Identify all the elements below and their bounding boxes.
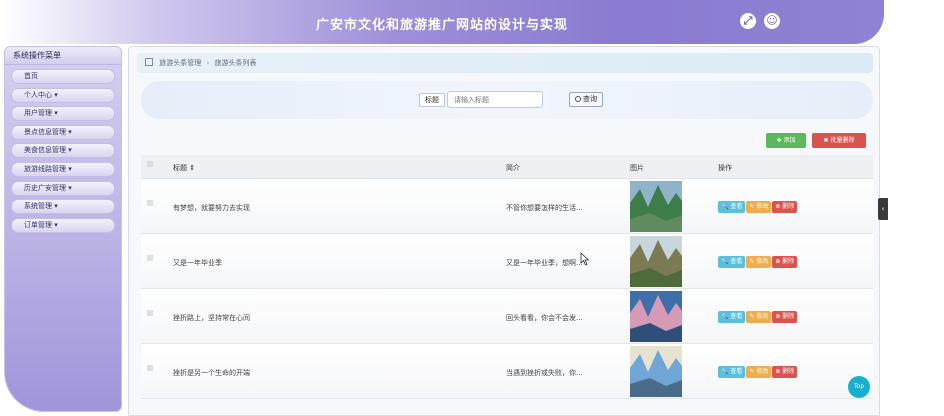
search-label: 标题 (419, 93, 445, 107)
row-title: 又是一年毕业季 (173, 259, 222, 267)
sidebar: 系统操作菜单 首页 个人中心 ▾ 用户管理 ▾ 景点信息管理 ▾ 美食信息管理 … (4, 46, 122, 412)
row-intro: 当遇到挫折或失败，你... (506, 369, 583, 377)
row-ops: 🔍 查看 ✎ 修改 ⊗ 删除 (718, 256, 798, 268)
sidebar-item-home[interactable]: 首页 (11, 69, 115, 84)
table-row: 有梦想，就要努力去实现 不管你想要怎样的生活... 🔍 查看 ✎ 修改 ⊗ 删除 (141, 179, 873, 234)
search-input[interactable] (447, 91, 543, 108)
col-ops-header: 操作 (718, 164, 732, 172)
row-checkbox[interactable] (147, 365, 153, 371)
delete-button[interactable]: ⊗ 删除 (772, 201, 798, 213)
delete-button[interactable]: ⊗ 删除 (772, 311, 798, 323)
row-checkbox[interactable] (147, 255, 153, 261)
app-page: 广安市文化和旅游推广网站的设计与实现 ⤢ ☺ 系统操作菜单 首页 个人中心 ▾ … (0, 0, 944, 416)
sidebar-item-scenic-spots[interactable]: 景点信息管理 ▾ (11, 124, 115, 140)
table-header: 标题 ⇕ 简介 图片 操作 (141, 155, 873, 179)
sidebar-item-routes[interactable]: 旅游线路管理 ▾ (11, 161, 115, 177)
row-intro: 回头看看，你会不会发... (506, 314, 583, 322)
col-title-header[interactable]: 标题 ⇕ (173, 163, 195, 173)
row-picture (630, 291, 682, 342)
row-intro: 又是一年毕业季，想啊... (506, 259, 583, 267)
row-ops: 🔍 查看 ✎ 修改 ⊗ 删除 (718, 201, 798, 213)
search-button-label: 查询 (583, 95, 597, 103)
col-picture-header: 图片 (630, 164, 644, 172)
row-ops: 🔍 查看 ✎ 修改 ⊗ 删除 (718, 311, 798, 323)
row-picture (630, 181, 682, 232)
row-picture (630, 346, 682, 397)
breadcrumb-level1[interactable]: 旅游头条管理 (159, 59, 201, 67)
row-ops: 🔍 查看 ✎ 修改 ⊗ 删除 (718, 366, 798, 378)
row-title: 有梦想，就要努力去实现 (173, 204, 250, 212)
add-button[interactable]: ✚ 添加 (766, 133, 806, 148)
search-icon (575, 96, 581, 102)
row-checkbox[interactable] (147, 310, 153, 316)
sidebar-item-food[interactable]: 美食信息管理 ▾ (11, 143, 115, 159)
view-button[interactable]: 🔍 查看 (718, 201, 746, 213)
table-row: 又是一年毕业季 又是一年毕业季，想啊... 🔍 查看 ✎ 修改 ⊗ 删除 (141, 234, 873, 289)
sidebar-item-orders[interactable]: 订单管理 ▾ (11, 217, 115, 233)
batch-delete-button[interactable]: ✖ 批量删除 (812, 133, 866, 148)
user-icon[interactable]: ☺ (764, 13, 780, 29)
mouse-cursor-icon (580, 252, 590, 266)
sidebar-item-user-management[interactable]: 用户管理 ▾ (11, 106, 115, 122)
view-button[interactable]: 🔍 查看 (718, 366, 746, 378)
row-intro: 不管你想要怎样的生活... (506, 204, 583, 212)
sidebar-item-history[interactable]: 历史广安管理 ▾ (11, 180, 115, 196)
table-row: 挫折是另一个生命的开端 当遇到挫折或失败，你... 🔍 查看 ✎ 修改 ⊗ 删除 (141, 344, 873, 399)
edit-button[interactable]: ✎ 修改 (746, 256, 772, 268)
view-button[interactable]: 🔍 查看 (718, 311, 746, 323)
edit-button[interactable]: ✎ 修改 (746, 201, 772, 213)
main-panel: 旅游头条管理 › 旅游头条列表 标题 查询 ✚ 添加 ✖ 批量删除 标题 ⇕ 简… (128, 46, 880, 416)
news-table: 标题 ⇕ 简介 图片 操作 有梦想，就要努力去实现 不管你想要怎样的生活... … (141, 155, 873, 399)
view-button[interactable]: 🔍 查看 (718, 256, 746, 268)
top-header: 广安市文化和旅游推广网站的设计与实现 ⤢ ☺ (0, 0, 884, 44)
search-button[interactable]: 查询 (569, 92, 603, 107)
search-bar: 标题 查询 (141, 81, 873, 119)
fullscreen-icon[interactable]: ⤢ (740, 13, 756, 29)
delete-button[interactable]: ⊗ 删除 (772, 256, 798, 268)
row-checkbox[interactable] (147, 200, 153, 206)
breadcrumb-separator: › (206, 59, 210, 67)
back-to-top-button[interactable]: Top (848, 376, 870, 398)
col-intro-header: 简介 (506, 164, 520, 172)
breadcrumb: 旅游头条管理 › 旅游头条列表 (137, 53, 873, 73)
sidebar-item-system[interactable]: 系统管理 ▾ (11, 199, 115, 215)
sidebar-title: 系统操作菜单 (5, 47, 121, 65)
row-title: 挫折路上，坚持常在心间 (173, 314, 250, 322)
table-row: 挫折路上，坚持常在心间 回头看看，你会不会发... 🔍 查看 ✎ 修改 ⊗ 删除 (141, 289, 873, 344)
row-title: 挫折是另一个生命的开端 (173, 369, 250, 377)
delete-button[interactable]: ⊗ 删除 (772, 366, 798, 378)
edit-button[interactable]: ✎ 修改 (746, 366, 772, 378)
home-icon[interactable] (145, 58, 153, 66)
row-picture (630, 236, 682, 287)
side-collapse-tab[interactable]: ‹ (878, 198, 888, 220)
breadcrumb-level2: 旅游头条列表 (214, 59, 257, 67)
sidebar-menu: 首页 个人中心 ▾ 用户管理 ▾ 景点信息管理 ▾ 美食信息管理 ▾ 旅游线路管… (5, 65, 121, 233)
sidebar-item-personal-center[interactable]: 个人中心 ▾ (11, 87, 115, 103)
select-all-checkbox[interactable] (147, 161, 153, 167)
edit-button[interactable]: ✎ 修改 (746, 311, 772, 323)
